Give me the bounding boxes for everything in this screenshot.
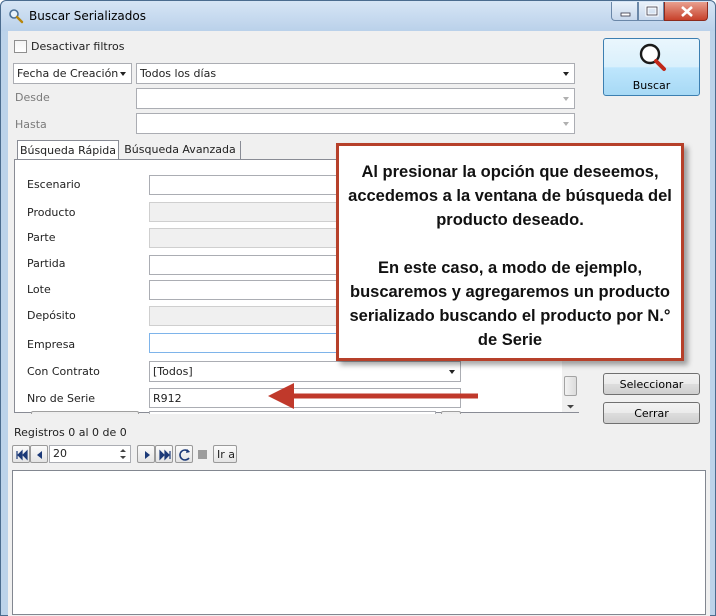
- next-page-button[interactable]: [137, 445, 155, 463]
- close-window-button[interactable]: [664, 2, 708, 21]
- search-icon: [639, 43, 666, 71]
- arrow-icon: [268, 383, 478, 409]
- previous-page-button[interactable]: [30, 445, 48, 463]
- hidden-small-button-top: [441, 411, 461, 414]
- date-field-select[interactable]: Fecha de Creación: [13, 63, 132, 84]
- results-list[interactable]: [12, 470, 706, 615]
- minimize-button[interactable]: [611, 2, 638, 21]
- field-label-serial: Nro de Serie: [27, 392, 96, 405]
- field-label-part: Parte: [27, 231, 56, 244]
- hidden-field-top: [149, 411, 436, 414]
- chevron-down-icon: [563, 122, 569, 126]
- select-button[interactable]: Seleccionar: [603, 373, 700, 395]
- title-bar: Buscar Serializados: [1, 1, 715, 31]
- field-label-contract: Con Contrato: [27, 365, 100, 378]
- close-icon: [681, 6, 693, 17]
- stop-icon[interactable]: [198, 450, 207, 459]
- period-select[interactable]: Todos los días: [136, 63, 575, 84]
- stepper-arrows-icon[interactable]: [117, 447, 129, 461]
- field-label-company: Empresa: [27, 338, 76, 351]
- tab-advanced-search[interactable]: Búsqueda Avanzada: [121, 140, 239, 160]
- instruction-callout: Al presionar la opción que deseemos, acc…: [336, 143, 684, 361]
- next-page-icon: [145, 451, 150, 459]
- last-page-icon: [159, 449, 171, 461]
- hidden-button-top: [31, 411, 139, 414]
- to-date-picker[interactable]: [136, 113, 575, 134]
- maximize-icon: [645, 5, 659, 17]
- date-field-value: Fecha de Creación: [17, 67, 119, 80]
- scroll-down-icon[interactable]: [566, 404, 575, 410]
- search-button-label: Buscar: [632, 79, 671, 92]
- records-count: Registros 0 al 0 de 0: [14, 426, 127, 439]
- to-label: Hasta: [15, 118, 47, 131]
- previous-page-icon: [37, 451, 42, 459]
- minimize-icon: [620, 12, 631, 17]
- search-button[interactable]: Buscar: [603, 38, 700, 96]
- maximize-button[interactable]: [638, 2, 664, 21]
- callout-paragraph-1: Al presionar la opción que deseemos, acc…: [348, 163, 672, 229]
- refresh-icon: [179, 449, 190, 461]
- callout-paragraph-2: En este caso, a modo de ejemplo, buscare…: [349, 259, 671, 349]
- tab-advanced-search-label: Búsqueda Avanzada: [124, 143, 236, 156]
- chevron-down-icon: [120, 72, 126, 76]
- goto-button[interactable]: Ir a: [213, 445, 237, 463]
- goto-button-label: Ir a: [217, 448, 236, 461]
- tab-separator: [240, 141, 241, 159]
- field-label-product: Producto: [27, 206, 76, 219]
- select-button-label: Seleccionar: [619, 378, 684, 391]
- chevron-down-icon: [563, 97, 569, 101]
- from-date-picker[interactable]: [136, 88, 575, 109]
- window-title: Buscar Serializados: [29, 9, 146, 23]
- pager-toolbar: 20 Ir a: [12, 445, 252, 465]
- last-page-button[interactable]: [155, 445, 173, 463]
- disable-filters-label: Desactivar filtros: [31, 40, 125, 53]
- disable-filters-checkbox[interactable]: [14, 40, 27, 53]
- close-button[interactable]: Cerrar: [603, 402, 700, 424]
- field-label-scenario: Escenario: [27, 178, 81, 191]
- serial-number-value: R912: [153, 392, 182, 405]
- page-size-stepper[interactable]: 20: [49, 445, 131, 463]
- tab-quick-search[interactable]: Búsqueda Rápida: [17, 140, 119, 160]
- page-size-value: 20: [53, 447, 67, 460]
- contract-value: [Todos]: [153, 365, 193, 378]
- period-value: Todos los días: [140, 67, 217, 80]
- search-icon: [9, 9, 24, 24]
- from-label: Desde: [15, 91, 50, 104]
- first-page-button[interactable]: [12, 445, 30, 463]
- close-button-label: Cerrar: [634, 407, 669, 420]
- refresh-button[interactable]: [175, 445, 193, 463]
- chevron-down-icon: [563, 72, 569, 76]
- contract-select[interactable]: [Todos]: [149, 361, 461, 382]
- tab-quick-search-label: Búsqueda Rápida: [19, 144, 117, 157]
- field-label-lot: Lote: [27, 283, 51, 296]
- scrollbar-thumb[interactable]: [564, 376, 577, 396]
- chevron-down-icon: [449, 370, 455, 374]
- field-label-warehouse: Depósito: [27, 309, 76, 322]
- field-label-batch: Partida: [27, 257, 66, 270]
- first-page-icon: [16, 449, 28, 461]
